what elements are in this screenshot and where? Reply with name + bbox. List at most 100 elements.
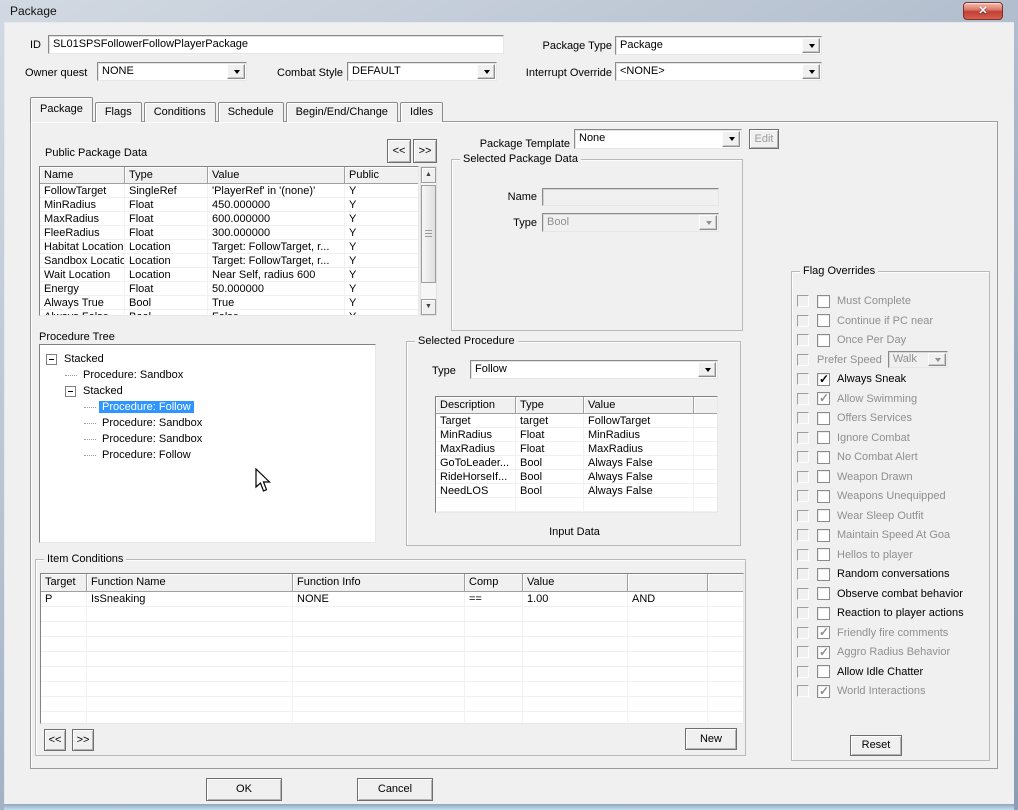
procedure-params-table[interactable]: Description Type Value Target target FollowTa… — [435, 396, 718, 513]
tree-collapse-icon[interactable] — [65, 385, 76, 397]
flag-checkbox[interactable] — [817, 333, 830, 347]
table-empty-row[interactable] — [41, 667, 743, 682]
column-header[interactable]: Type — [516, 397, 584, 414]
flag-checkbox[interactable] — [817, 509, 830, 522]
override-checkbox[interactable] — [797, 607, 809, 619]
tab-flags[interactable]: Flags — [94, 102, 142, 122]
flag-checkbox[interactable] — [817, 294, 830, 308]
flag-checkbox[interactable] — [817, 489, 830, 503]
tree-node[interactable]: Procedure: Sandbox — [40, 415, 375, 431]
tree-node[interactable]: Procedure: Follow — [40, 447, 375, 463]
table-row[interactable]: FleeRadius Float 300.000000 Y — [40, 226, 418, 240]
override-checkbox[interactable] — [797, 490, 809, 502]
table-row[interactable]: FollowTarget SingleRef 'PlayerRef' in '(no… — [40, 184, 418, 198]
flag-checkbox[interactable] — [817, 528, 830, 542]
override-checkbox[interactable] — [797, 665, 809, 678]
override-checkbox[interactable] — [797, 470, 809, 483]
combat-style-dropdown[interactable]: DEFAULT — [347, 62, 497, 81]
column-header[interactable]: Function Name — [87, 574, 293, 592]
flag-checkbox[interactable] — [817, 684, 830, 698]
cancel-button[interactable]: Cancel — [357, 778, 433, 801]
table-row[interactable]: GoToLeader... Bool Always False — [436, 456, 717, 470]
override-checkbox[interactable] — [797, 451, 809, 463]
nav-forward-button[interactable]: >> — [413, 139, 437, 163]
tree-node-label[interactable]: Stacked — [61, 353, 107, 365]
prefer-speed-dropdown[interactable]: Walk — [887, 351, 948, 368]
scroll-down-icon[interactable]: ▼ — [421, 299, 436, 315]
override-checkbox[interactable] — [797, 353, 809, 366]
override-checkbox[interactable] — [797, 373, 809, 385]
column-header[interactable]: Public — [345, 167, 418, 184]
table-empty-row[interactable] — [41, 652, 743, 667]
flag-checkbox[interactable] — [817, 372, 830, 386]
flag-checkbox[interactable] — [817, 470, 830, 483]
id-input[interactable]: SL01SPSFollowerFollowPlayerPackage — [48, 35, 504, 54]
column-header[interactable]: Comp — [465, 574, 523, 592]
table-row[interactable]: Energy Float 50.000000 Y — [40, 282, 418, 296]
spd-type-dropdown[interactable]: Bool — [542, 213, 719, 232]
table-row[interactable]: P IsSneaking NONE == 1.00 AND — [41, 592, 743, 607]
tab-conditions[interactable]: Conditions — [143, 102, 216, 122]
owner-quest-dropdown[interactable]: NONE — [97, 62, 247, 81]
column-header[interactable]: Type — [125, 167, 208, 184]
flag-checkbox[interactable] — [817, 548, 830, 561]
flag-checkbox[interactable] — [817, 606, 830, 620]
column-header[interactable]: Function Info — [293, 574, 465, 592]
tab-idles[interactable]: Idles — [399, 102, 444, 122]
flag-checkbox[interactable] — [817, 314, 830, 327]
interrupt-override-dropdown[interactable]: <NONE> — [615, 62, 822, 81]
flag-checkbox[interactable] — [817, 391, 830, 405]
flag-checkbox[interactable] — [817, 645, 830, 659]
tab-schedule[interactable]: Schedule — [217, 102, 284, 122]
override-checkbox[interactable] — [797, 334, 809, 346]
table-row[interactable]: MinRadius Float MinRadius — [436, 428, 717, 442]
procedure-type-dropdown[interactable]: Follow — [470, 360, 718, 379]
column-header[interactable] — [708, 574, 743, 592]
table-row[interactable]: Wait Location Location Near Self, radius 6… — [40, 268, 418, 282]
tab-package[interactable]: Package — [30, 97, 93, 122]
conditions-forward-button[interactable]: >> — [72, 729, 94, 751]
close-button[interactable]: ✕ — [963, 2, 1003, 20]
override-checkbox[interactable] — [797, 626, 809, 639]
flag-checkbox[interactable] — [817, 587, 830, 600]
table-empty-row[interactable] — [41, 682, 743, 697]
table-empty-row[interactable] — [41, 712, 743, 723]
column-header[interactable]: Name — [40, 167, 125, 184]
title-bar[interactable]: Package ✕ — [0, 0, 1018, 22]
item-conditions-table[interactable]: Target Function Name Function Info Comp Valu… — [40, 573, 744, 724]
tree-node-label[interactable]: Stacked — [80, 385, 126, 397]
override-checkbox[interactable] — [797, 587, 809, 600]
tree-node-label[interactable]: Procedure: Sandbox — [99, 433, 205, 445]
package-template-dropdown[interactable]: None — [574, 129, 742, 149]
table-row[interactable]: RideHorseIf... Bool Always False — [436, 470, 717, 484]
table-empty-row[interactable] — [41, 622, 743, 637]
override-checkbox[interactable] — [797, 548, 809, 561]
scrollbar-thumb[interactable] — [421, 185, 436, 283]
flag-checkbox[interactable] — [817, 567, 830, 581]
table-row[interactable]: Always True Bool True Y — [40, 296, 418, 310]
table-row[interactable]: Sandbox Location Location Target: FollowTa… — [40, 254, 418, 268]
tree-node-label[interactable]: Procedure: Follow — [99, 449, 194, 461]
scroll-up-icon[interactable]: ▲ — [421, 167, 436, 183]
tree-node[interactable]: Procedure: Sandbox — [40, 367, 375, 383]
table-empty-row[interactable] — [436, 512, 717, 513]
nav-back-button[interactable]: << — [387, 139, 411, 163]
procedure-tree[interactable]: Stacked Procedure: Sandbox Stacked Procedur… — [39, 344, 376, 543]
override-checkbox[interactable] — [797, 431, 809, 444]
column-header[interactable]: Value — [584, 397, 694, 414]
flag-checkbox[interactable] — [817, 411, 830, 425]
flag-checkbox[interactable] — [817, 625, 830, 639]
column-header[interactable]: Value — [523, 574, 628, 592]
table-empty-row[interactable] — [41, 607, 743, 622]
tree-node[interactable]: Procedure: Sandbox — [40, 431, 375, 447]
override-checkbox[interactable] — [797, 529, 809, 541]
tree-node[interactable]: Stacked — [40, 351, 375, 367]
column-header[interactable] — [628, 574, 708, 592]
column-header[interactable] — [694, 397, 717, 414]
override-checkbox[interactable] — [797, 685, 809, 697]
spd-name-input[interactable] — [542, 188, 719, 206]
flag-checkbox[interactable] — [817, 431, 830, 444]
tree-node-label[interactable]: Procedure: Follow — [99, 401, 194, 413]
override-checkbox[interactable] — [797, 646, 809, 658]
table-empty-row[interactable] — [41, 697, 743, 712]
